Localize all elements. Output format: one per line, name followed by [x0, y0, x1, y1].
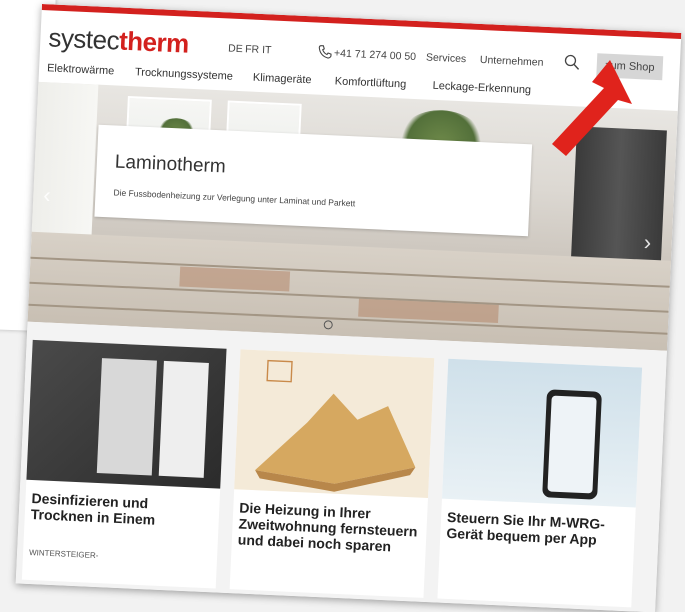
tile-title: Desinfizieren und Trocknen in Einem: [30, 490, 156, 528]
teaser-tile-disinfect[interactable]: Desinfizieren und Trocknen in Einem WINT…: [21, 339, 227, 589]
tile-cabinet-door: [158, 360, 209, 478]
phone-number-link[interactable]: +41 71 274 00 50: [334, 47, 417, 63]
tile-image-mountain: [234, 349, 435, 499]
lang-fr[interactable]: FR: [245, 43, 260, 56]
hero-subtitle: Die Fussbodenheizung zur Verlegung unter…: [113, 187, 356, 209]
services-link[interactable]: Services: [426, 51, 467, 65]
red-arrow-pointer: [552, 60, 632, 156]
hero-title: Laminotherm: [114, 151, 227, 178]
tile-title: Steuern Sie Ihr M-WRG-Gerät bequem per A…: [446, 508, 606, 548]
nav-item-klimageraete[interactable]: Klimageräte: [253, 72, 312, 87]
lang-it[interactable]: IT: [262, 44, 272, 56]
nav-item-leckage-erkennung[interactable]: Leckage-Erkennung: [432, 80, 531, 96]
nav-item-komfortlueftung[interactable]: Komfortlüftung: [335, 75, 407, 90]
hero-caption-card: Laminotherm Die Fussbodenheizung zur Ver…: [94, 124, 533, 237]
teaser-tiles: Desinfizieren und Trocknen in Einem WINT…: [15, 321, 667, 612]
logo-part-therm: therm: [118, 25, 190, 59]
teaser-tile-heating-remote[interactable]: Die Heizung in Ihrer Zweitwohnung fernst…: [229, 349, 435, 598]
slider-prev-icon[interactable]: ‹: [43, 182, 51, 208]
tile-image-cabinet: [26, 339, 227, 489]
unternehmen-link[interactable]: Unternehmen: [480, 54, 544, 69]
phone-icon: [318, 45, 333, 60]
tile-meta: WINTERSTEIGER-: [28, 547, 99, 561]
nav-item-trocknungssysteme[interactable]: Trocknungssysteme: [135, 66, 233, 82]
slider-next-icon[interactable]: ›: [643, 230, 651, 256]
tile-title: Die Heizung in Ihrer Zweitwohnung fernst…: [237, 499, 418, 555]
lang-de[interactable]: DE: [228, 42, 243, 55]
logo-part-systec: systec: [47, 22, 120, 56]
tile-cabinet-door: [96, 358, 157, 476]
site-logo[interactable]: systectherm: [48, 22, 190, 59]
tile-image-app: [441, 358, 643, 508]
nav-item-elektrowaerme[interactable]: Elektrowärme: [47, 62, 115, 77]
tile-phone-screen: [547, 395, 597, 494]
teaser-tile-app[interactable]: Steuern Sie Ihr M-WRG-Gerät bequem per A…: [437, 358, 643, 608]
